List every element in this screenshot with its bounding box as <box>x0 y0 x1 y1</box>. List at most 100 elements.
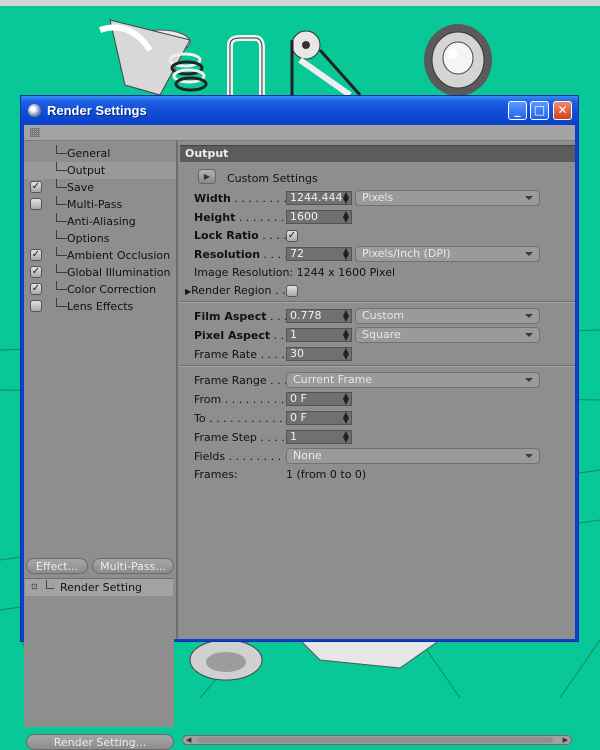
enable-checkbox[interactable] <box>30 300 42 312</box>
sidebar-item-label: Save <box>67 181 95 194</box>
sidebar-item-anti-aliasing[interactable]: Anti-Aliasing <box>24 213 176 230</box>
wheel-object <box>424 24 492 96</box>
render-region-checkbox[interactable] <box>286 285 298 297</box>
sidebar-item-label: Ambient Occlusion <box>67 249 171 262</box>
sidebar-item-label: Multi-Pass <box>67 198 123 211</box>
sidebar-item-options[interactable]: Options <box>24 230 176 247</box>
grip-handle-icon[interactable] <box>30 128 40 137</box>
tree-line <box>46 580 54 589</box>
enable-checkbox[interactable]: ✓ <box>30 283 42 295</box>
sidebar-item-label: Output <box>67 164 106 177</box>
resolution-label: Resolution . . . . . <box>194 248 296 261</box>
resolution-field[interactable]: 72 ▲ ▼ <box>286 247 352 261</box>
sidebar-item-general[interactable]: General <box>24 145 176 162</box>
window-client: General Output ✓ Save Multi-Pass Anti-Aliasin… <box>24 125 575 750</box>
fields-dropdown[interactable]: None <box>286 448 540 464</box>
sidebar-item-output[interactable]: Output <box>24 162 176 179</box>
tree-line <box>56 247 67 256</box>
frame-rate-field[interactable]: 30 ▲ ▼ <box>286 347 352 361</box>
close-button[interactable]: ✕ <box>553 101 572 120</box>
enable-checkbox[interactable]: ✓ <box>30 181 42 193</box>
pulley-object <box>290 30 362 98</box>
height-field[interactable]: 1600 ▲ ▼ <box>286 210 352 224</box>
lock-ratio-checkbox[interactable]: ✓ <box>286 230 298 242</box>
bottom-objects <box>189 639 442 681</box>
sidebar-item-label: Lens Effects <box>67 300 134 313</box>
film-aspect-label: Film Aspect . . . . <box>194 310 295 323</box>
multi-pass-button[interactable]: Multi-Pass... <box>92 558 174 574</box>
frame-step-label: Frame Step . . . . . <box>194 431 292 444</box>
to-field[interactable]: 0 F ▲ ▼ <box>286 411 352 425</box>
width-label: Width . . . . . . . . . <box>194 192 294 205</box>
tree-line <box>56 213 67 222</box>
film-aspect-dropdown[interactable]: Custom <box>355 308 540 324</box>
pixel-aspect-field[interactable]: 1 ▲ ▼ <box>286 328 352 342</box>
frame-step-field[interactable]: 1 ▲ ▼ <box>286 430 352 444</box>
image-resolution-text: Image Resolution: 1244 x 1600 Pixel <box>194 266 396 279</box>
sidebar-item-multi-pass[interactable]: Multi-Pass <box>24 196 176 213</box>
scroll-left-icon[interactable]: ◀ <box>186 736 191 744</box>
render-setting-item-label: Render Setting <box>60 581 143 594</box>
separator <box>180 301 575 303</box>
separator <box>180 365 575 367</box>
maximize-button[interactable]: □ <box>530 101 549 120</box>
output-section-title: Output <box>185 147 229 160</box>
resolution-unit-dropdown[interactable]: Pixels/Inch (DPI) <box>355 246 540 262</box>
frame-range-dropdown[interactable]: Current Frame <box>286 372 540 388</box>
scroll-right-icon[interactable]: ▶ <box>563 736 568 744</box>
output-section-header: Output <box>180 145 575 162</box>
render-setting-list: ⊡ Render Setting <box>24 578 174 727</box>
fields-label: Fields . . . . . . . . . . <box>194 450 296 463</box>
sidebar-item-save[interactable]: ✓ Save <box>24 179 176 196</box>
sidebar-item-lens-effects[interactable]: Lens Effects <box>24 298 176 315</box>
scrollbar-thumb[interactable] <box>197 737 553 743</box>
frames-label: Frames: <box>194 468 238 481</box>
sidebar-item-label: Anti-Aliasing <box>67 215 136 228</box>
pipe-object <box>227 35 265 95</box>
menu-strip <box>24 125 575 141</box>
from-field[interactable]: 0 F ▲ ▼ <box>286 392 352 406</box>
sidebar-item-color-correction[interactable]: ✓ Color Correction <box>24 281 176 298</box>
effect-button[interactable]: Effect... <box>26 558 88 574</box>
tree-line <box>56 264 67 273</box>
sidebar-item-label: Options <box>67 232 110 245</box>
pixel-aspect-dropdown[interactable]: Square <box>355 327 540 343</box>
frames-value: 1 (from 0 to 0) <box>286 468 367 481</box>
window-title: Render Settings <box>47 103 147 118</box>
tree-line <box>56 145 67 154</box>
output-panel: Output ▶ Custom Settings Width . . . . .… <box>180 141 575 745</box>
pixel-aspect-label: Pixel Aspect . . . . <box>194 329 299 342</box>
width-field[interactable]: 1244.444 ▲ ▼ <box>286 191 352 205</box>
expand-icon[interactable]: ⊡ <box>31 583 39 591</box>
enable-checkbox[interactable] <box>30 198 42 210</box>
title-bar[interactable]: Render Settings _ □ ✕ <box>21 96 578 125</box>
tree-line <box>56 281 67 290</box>
film-aspect-field[interactable]: 0.778 ▲ ▼ <box>286 309 352 323</box>
tree-line <box>56 179 67 188</box>
height-label: Height . . . . . . . . . <box>194 211 299 224</box>
tree-line <box>56 162 67 171</box>
sidebar-item-label: General <box>67 147 111 160</box>
tree-line <box>56 298 67 307</box>
horizontal-scrollbar[interactable]: ◀ ▶ <box>182 735 572 745</box>
render-setting-item[interactable]: ⊡ Render Setting <box>25 579 173 596</box>
lock-ratio-label: Lock Ratio . . . . <box>194 229 287 242</box>
minimize-button[interactable]: _ <box>508 101 527 120</box>
tree-line <box>56 230 67 239</box>
preset-menu-button[interactable]: ▶ <box>198 169 216 184</box>
settings-nav: General Output ✓ Save Multi-Pass Anti-Aliasin… <box>24 141 178 750</box>
enable-checkbox[interactable]: ✓ <box>30 249 42 261</box>
frame-range-label: Frame Range . . . . <box>194 374 295 387</box>
render-settings-window: Render Settings _ □ ✕ General Output ✓ Save… <box>20 95 579 750</box>
render-region-label[interactable]: ▶Render Region . . . <box>185 284 292 297</box>
render-setting-button[interactable]: Render Setting... <box>26 734 174 750</box>
frame-rate-label: Frame Rate . . . . . <box>194 348 292 361</box>
width-unit-dropdown[interactable]: Pixels <box>355 190 540 206</box>
sidebar-item-label: Color Correction <box>67 283 157 296</box>
sidebar-item-ambient-occlusion[interactable]: ✓ Ambient Occlusion <box>24 247 176 264</box>
enable-checkbox[interactable]: ✓ <box>30 266 42 278</box>
sidebar-item-global-illumination[interactable]: ✓ Global Illumination <box>24 264 176 281</box>
app-icon <box>28 104 41 117</box>
tree-line <box>56 196 67 205</box>
sidebar-item-label: Global Illumination <box>67 266 171 279</box>
